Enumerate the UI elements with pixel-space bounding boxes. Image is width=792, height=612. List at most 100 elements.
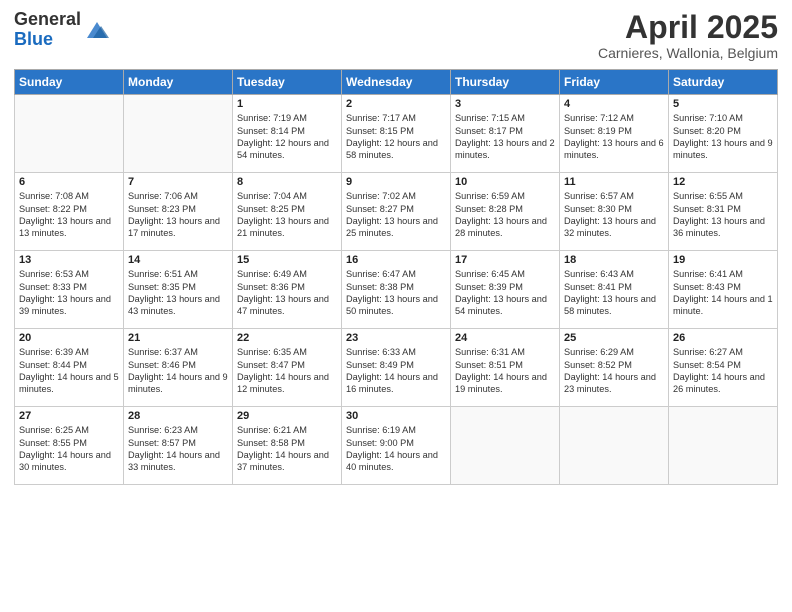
calendar-cell: 22Sunrise: 6:35 AM Sunset: 8:47 PM Dayli… bbox=[233, 329, 342, 407]
day-number: 6 bbox=[19, 176, 119, 188]
calendar-cell: 28 Sunrise: 6:23 AM Sunset: 8:57 PM Dayli… bbox=[124, 407, 233, 485]
day-number: 9 bbox=[346, 176, 446, 188]
calendar-cell: 30Sunrise: 6:19 AM Sunset: 9:00 PM Dayli… bbox=[342, 407, 451, 485]
calendar-cell: 23 Sunrise: 6:33 AM Sunset: 8:49 PM Dayli… bbox=[342, 329, 451, 407]
title-block: April 2025 Carnieres, Wallonia, Belgium bbox=[598, 10, 778, 61]
calendar-cell: 5 Sunrise: 7:10 AM Sunset: 8:20 PM Daylig… bbox=[669, 95, 778, 173]
day-content: Sunrise: 7:12 AM Sunset: 8:19 PM Dayligh… bbox=[564, 112, 664, 162]
calendar-cell bbox=[669, 407, 778, 485]
day-number: 30 bbox=[346, 410, 446, 422]
calendar-cell: 25Sunrise: 6:29 AM Sunset: 8:52 PM Dayli… bbox=[560, 329, 669, 407]
page-header: General Blue April 2025 Carnieres, Wallo… bbox=[14, 10, 778, 61]
col-sunday: Sunday bbox=[15, 70, 124, 95]
col-tuesday: Tuesday bbox=[233, 70, 342, 95]
day-content: Sunrise: 6:49 AM Sunset: 8:36 PM Dayligh… bbox=[237, 268, 337, 318]
day-content: Sunrise: 7:04 AM Sunset: 8:25 PM Dayligh… bbox=[237, 190, 337, 240]
day-number: 11 bbox=[564, 176, 664, 188]
calendar-cell: 19Sunrise: 6:41 AM Sunset: 8:43 PM Dayli… bbox=[669, 251, 778, 329]
day-number: 19 bbox=[673, 254, 773, 266]
calendar-cell: 12Sunrise: 6:55 AM Sunset: 8:31 PM Dayli… bbox=[669, 173, 778, 251]
day-number: 29 bbox=[237, 410, 337, 422]
logo-general: General bbox=[14, 10, 81, 30]
col-thursday: Thursday bbox=[451, 70, 560, 95]
day-number: 10 bbox=[455, 176, 555, 188]
day-number: 2 bbox=[346, 98, 446, 110]
day-number: 13 bbox=[19, 254, 119, 266]
calendar-week-1: 6 Sunrise: 7:08 AM Sunset: 8:22 PM Daylig… bbox=[15, 173, 778, 251]
logo-icon bbox=[83, 16, 111, 44]
calendar-cell bbox=[124, 95, 233, 173]
calendar-cell: 27Sunrise: 6:25 AM Sunset: 8:55 PM Dayli… bbox=[15, 407, 124, 485]
day-number: 1 bbox=[237, 98, 337, 110]
month-title: April 2025 bbox=[598, 10, 778, 45]
calendar-cell: 7 Sunrise: 7:06 AM Sunset: 8:23 PM Daylig… bbox=[124, 173, 233, 251]
calendar-cell: 9 Sunrise: 7:02 AM Sunset: 8:27 PM Daylig… bbox=[342, 173, 451, 251]
day-number: 23 bbox=[346, 332, 446, 344]
day-content: Sunrise: 7:17 AM Sunset: 8:15 PM Dayligh… bbox=[346, 112, 446, 162]
calendar-cell: 2 Sunrise: 7:17 AM Sunset: 8:15 PM Daylig… bbox=[342, 95, 451, 173]
logo: General Blue bbox=[14, 10, 111, 50]
calendar-week-4: 27Sunrise: 6:25 AM Sunset: 8:55 PM Dayli… bbox=[15, 407, 778, 485]
calendar-table: Sunday Monday Tuesday Wednesday Thursday… bbox=[14, 69, 778, 485]
day-number: 21 bbox=[128, 332, 228, 344]
day-number: 22 bbox=[237, 332, 337, 344]
day-number: 20 bbox=[19, 332, 119, 344]
day-content: Sunrise: 6:55 AM Sunset: 8:31 PM Dayligh… bbox=[673, 190, 773, 240]
logo-blue: Blue bbox=[14, 30, 81, 50]
day-content: Sunrise: 6:53 AM Sunset: 8:33 PM Dayligh… bbox=[19, 268, 119, 318]
day-content: Sunrise: 6:37 AM Sunset: 8:46 PM Dayligh… bbox=[128, 346, 228, 396]
day-content: Sunrise: 7:08 AM Sunset: 8:22 PM Dayligh… bbox=[19, 190, 119, 240]
day-content: Sunrise: 6:25 AM Sunset: 8:55 PM Dayligh… bbox=[19, 424, 119, 474]
day-content: Sunrise: 7:15 AM Sunset: 8:17 PM Dayligh… bbox=[455, 112, 555, 162]
col-wednesday: Wednesday bbox=[342, 70, 451, 95]
calendar-cell: 20Sunrise: 6:39 AM Sunset: 8:44 PM Dayli… bbox=[15, 329, 124, 407]
calendar-cell bbox=[15, 95, 124, 173]
calendar-header-row: Sunday Monday Tuesday Wednesday Thursday… bbox=[15, 70, 778, 95]
day-number: 25 bbox=[564, 332, 664, 344]
calendar-cell: 8 Sunrise: 7:04 AM Sunset: 8:25 PM Daylig… bbox=[233, 173, 342, 251]
day-content: Sunrise: 6:31 AM Sunset: 8:51 PM Dayligh… bbox=[455, 346, 555, 396]
day-number: 18 bbox=[564, 254, 664, 266]
day-number: 28 bbox=[128, 410, 228, 422]
day-content: Sunrise: 6:23 AM Sunset: 8:57 PM Dayligh… bbox=[128, 424, 228, 474]
day-content: Sunrise: 7:06 AM Sunset: 8:23 PM Dayligh… bbox=[128, 190, 228, 240]
calendar-cell bbox=[451, 407, 560, 485]
calendar-cell: 17 Sunrise: 6:45 AM Sunset: 8:39 PM Dayli… bbox=[451, 251, 560, 329]
calendar-cell bbox=[560, 407, 669, 485]
calendar-week-2: 13 Sunrise: 6:53 AM Sunset: 8:33 PM Dayli… bbox=[15, 251, 778, 329]
day-number: 7 bbox=[128, 176, 228, 188]
day-number: 16 bbox=[346, 254, 446, 266]
calendar-cell: 6 Sunrise: 7:08 AM Sunset: 8:22 PM Daylig… bbox=[15, 173, 124, 251]
day-content: Sunrise: 6:27 AM Sunset: 8:54 PM Dayligh… bbox=[673, 346, 773, 396]
calendar-cell: 15Sunrise: 6:49 AM Sunset: 8:36 PM Dayli… bbox=[233, 251, 342, 329]
calendar-cell: 4 Sunrise: 7:12 AM Sunset: 8:19 PM Daylig… bbox=[560, 95, 669, 173]
calendar-cell: 3 Sunrise: 7:15 AM Sunset: 8:17 PM Daylig… bbox=[451, 95, 560, 173]
day-number: 26 bbox=[673, 332, 773, 344]
day-content: Sunrise: 6:45 AM Sunset: 8:39 PM Dayligh… bbox=[455, 268, 555, 318]
day-content: Sunrise: 6:59 AM Sunset: 8:28 PM Dayligh… bbox=[455, 190, 555, 240]
calendar-week-0: 1Sunrise: 7:19 AM Sunset: 8:14 PM Daylig… bbox=[15, 95, 778, 173]
calendar-cell: 24Sunrise: 6:31 AM Sunset: 8:51 PM Dayli… bbox=[451, 329, 560, 407]
calendar-cell: 26 Sunrise: 6:27 AM Sunset: 8:54 PM Dayli… bbox=[669, 329, 778, 407]
calendar-cell: 1Sunrise: 7:19 AM Sunset: 8:14 PM Daylig… bbox=[233, 95, 342, 173]
calendar-week-3: 20Sunrise: 6:39 AM Sunset: 8:44 PM Dayli… bbox=[15, 329, 778, 407]
day-content: Sunrise: 7:02 AM Sunset: 8:27 PM Dayligh… bbox=[346, 190, 446, 240]
day-number: 17 bbox=[455, 254, 555, 266]
calendar-cell: 11 Sunrise: 6:57 AM Sunset: 8:30 PM Dayli… bbox=[560, 173, 669, 251]
calendar-cell: 18 Sunrise: 6:43 AM Sunset: 8:41 PM Dayli… bbox=[560, 251, 669, 329]
calendar-cell: 14Sunrise: 6:51 AM Sunset: 8:35 PM Dayli… bbox=[124, 251, 233, 329]
calendar-cell: 16 Sunrise: 6:47 AM Sunset: 8:38 PM Dayli… bbox=[342, 251, 451, 329]
day-content: Sunrise: 6:43 AM Sunset: 8:41 PM Dayligh… bbox=[564, 268, 664, 318]
day-content: Sunrise: 6:57 AM Sunset: 8:30 PM Dayligh… bbox=[564, 190, 664, 240]
day-content: Sunrise: 6:47 AM Sunset: 8:38 PM Dayligh… bbox=[346, 268, 446, 318]
day-number: 3 bbox=[455, 98, 555, 110]
day-number: 5 bbox=[673, 98, 773, 110]
day-content: Sunrise: 7:10 AM Sunset: 8:20 PM Dayligh… bbox=[673, 112, 773, 162]
day-number: 4 bbox=[564, 98, 664, 110]
day-content: Sunrise: 6:33 AM Sunset: 8:49 PM Dayligh… bbox=[346, 346, 446, 396]
col-saturday: Saturday bbox=[669, 70, 778, 95]
calendar-cell: 13 Sunrise: 6:53 AM Sunset: 8:33 PM Dayli… bbox=[15, 251, 124, 329]
location: Carnieres, Wallonia, Belgium bbox=[598, 45, 778, 61]
day-number: 14 bbox=[128, 254, 228, 266]
day-number: 8 bbox=[237, 176, 337, 188]
